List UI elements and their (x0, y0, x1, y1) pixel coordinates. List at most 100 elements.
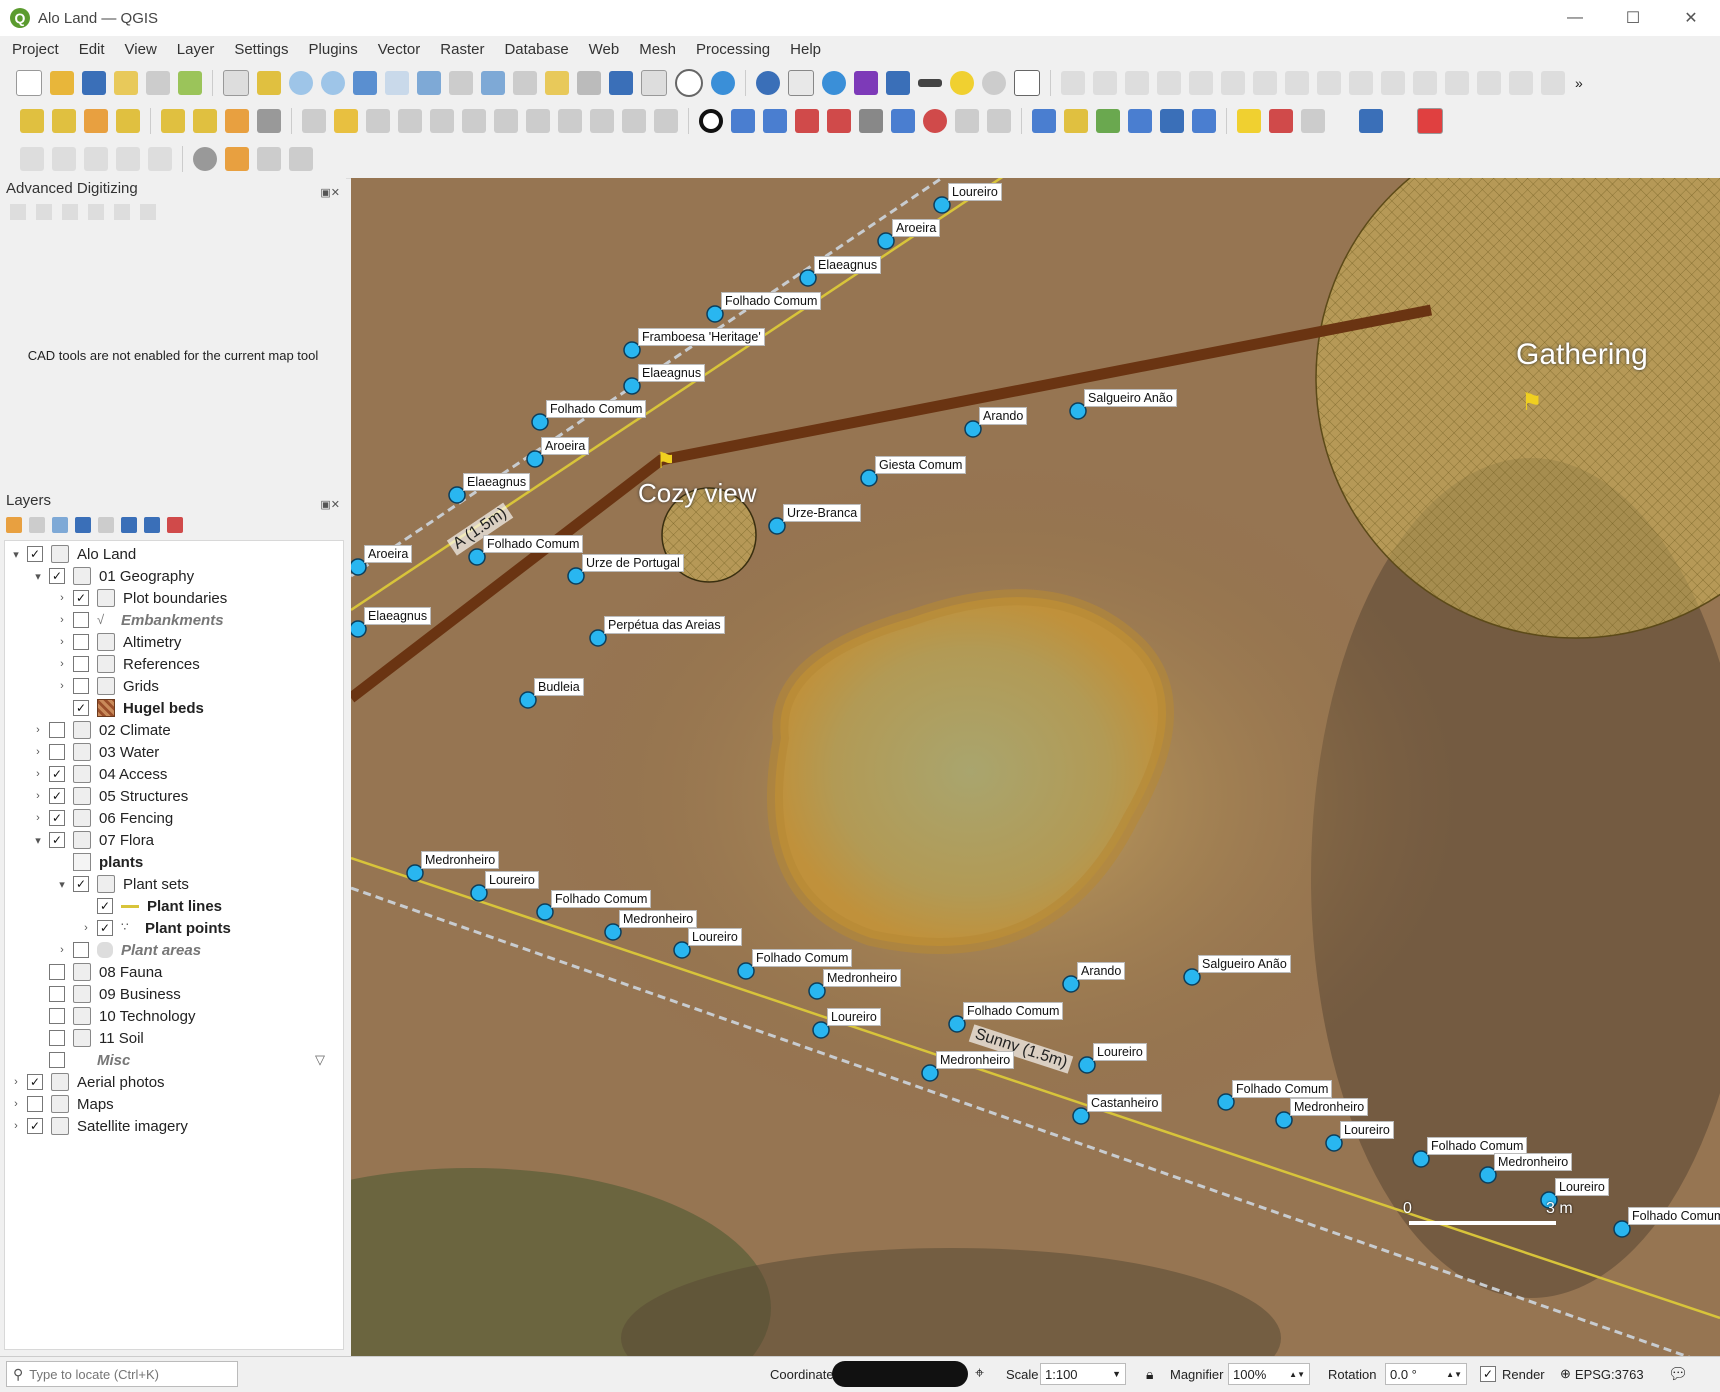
digitize-tool-1-icon[interactable] (1061, 71, 1085, 95)
menu-project[interactable]: Project (0, 41, 67, 58)
messages-icon[interactable]: 💬︎ (1668, 1363, 1688, 1385)
undo-icon[interactable] (622, 109, 646, 133)
add-group-icon[interactable] (29, 517, 45, 533)
add-mesh-icon[interactable] (1160, 109, 1184, 133)
magnet-snap-icon[interactable] (1417, 108, 1443, 134)
open-project-icon[interactable] (50, 71, 74, 95)
layer-group-technology[interactable]: 10 Technology (31, 1005, 195, 1027)
vertex-tool-icon[interactable] (430, 109, 454, 133)
digitize-tool-7-icon[interactable] (1253, 71, 1277, 95)
zoom-selection-icon[interactable] (385, 71, 409, 95)
close-button[interactable]: ✕ (1662, 0, 1720, 36)
menu-help[interactable]: Help (778, 41, 829, 58)
map-canvas[interactable]: Gathering ⚑ Cozy view ⚑ A (1.5m) Sunny (… (351, 178, 1720, 1356)
digitize-tool-11-icon[interactable] (1381, 71, 1405, 95)
layer-group-water[interactable]: › 03 Water (31, 741, 159, 763)
zoom-next-icon[interactable] (513, 71, 537, 95)
select-features-icon[interactable] (20, 109, 44, 133)
layer-group-fauna[interactable]: 08 Fauna (31, 961, 162, 983)
minimize-button[interactable]: — (1546, 0, 1604, 36)
layer-references[interactable]: › References (55, 653, 200, 675)
snapping-icon[interactable] (923, 109, 947, 133)
digitize-tool-13-icon[interactable] (1445, 71, 1469, 95)
topology-icon[interactable] (955, 109, 979, 133)
layer-grids[interactable]: › Grids (55, 675, 159, 697)
diagram-icon[interactable] (1269, 109, 1293, 133)
add-layer-icon[interactable] (1032, 109, 1056, 133)
layer-group-fencing[interactable]: › ✓ 06 Fencing (31, 807, 173, 829)
add-feature-icon[interactable] (398, 109, 422, 133)
label-abc-icon[interactable] (1237, 109, 1261, 133)
digitize-tool-12-icon[interactable] (1413, 71, 1437, 95)
magnifier-spinbox[interactable]: 100% ▲▼ (1228, 1363, 1310, 1385)
zoom-layer-icon[interactable] (417, 71, 441, 95)
numbering-123-icon[interactable] (891, 109, 915, 133)
layer-plant-points[interactable]: › ✓ ∵ Plant points (79, 917, 231, 939)
redo-icon[interactable] (654, 109, 678, 133)
new-3d-view-icon[interactable] (577, 71, 601, 95)
menu-raster[interactable]: Raster (428, 41, 492, 58)
ruler-icon[interactable] (859, 109, 883, 133)
edit-pencil-icon[interactable] (302, 109, 326, 133)
shape-tool-1-icon[interactable] (20, 147, 44, 171)
layer-group-alo-land[interactable]: ▾ ✓ Alo Land (9, 543, 136, 565)
mouse-coordinate-toggle-icon[interactable]: ⌖ (975, 1363, 984, 1385)
layer-group-plant-sets[interactable]: ▾ ✓ Plant sets (55, 873, 189, 895)
zoom-full-icon[interactable] (353, 71, 377, 95)
new-project-icon[interactable] (16, 70, 42, 96)
python-console-icon[interactable] (1359, 109, 1383, 133)
layer-group-structures[interactable]: › ✓ 05 Structures (31, 785, 188, 807)
rotation-spinbox[interactable]: 0.0 ° ▲▼ (1385, 1363, 1467, 1385)
identify-icon[interactable] (756, 71, 780, 95)
digitize-tool-6-icon[interactable] (1221, 71, 1245, 95)
layer-group-soil[interactable]: 11 Soil (31, 1027, 144, 1049)
layer-plant-areas[interactable]: › Plant areas (55, 939, 201, 961)
locator-input[interactable] (27, 1365, 222, 1383)
layer-plants-table[interactable]: plants (55, 851, 143, 873)
collapse-all-icon[interactable] (144, 517, 160, 533)
select-all-icon[interactable] (225, 109, 249, 133)
paste-icon[interactable] (590, 109, 614, 133)
menu-vector[interactable]: Vector (366, 41, 429, 58)
attribute-table-icon[interactable] (788, 70, 814, 96)
digitize-tool-14-icon[interactable] (1477, 71, 1501, 95)
toggle-editing-icon[interactable] (334, 109, 358, 133)
digitize-tool-8-icon[interactable] (1285, 71, 1309, 95)
save-project-icon[interactable] (82, 71, 106, 95)
layer-group-climate[interactable]: › 02 Climate (31, 719, 171, 741)
bookmark-new-icon[interactable] (609, 71, 633, 95)
menu-mesh[interactable]: Mesh (627, 41, 684, 58)
reshape-tool-icon[interactable] (827, 109, 851, 133)
style-layer-icon[interactable] (6, 517, 22, 533)
add-vector-icon[interactable] (1064, 109, 1088, 133)
processing-history-icon[interactable] (257, 147, 281, 171)
cad-enable-icon[interactable] (10, 204, 26, 220)
print-layout-icon[interactable] (146, 71, 170, 95)
split-tool-icon[interactable] (795, 109, 819, 133)
layer-misc[interactable]: Misc (31, 1049, 130, 1071)
select-location-icon[interactable] (116, 109, 140, 133)
menu-database[interactable]: Database (492, 41, 576, 58)
shape-tool-3-icon[interactable] (84, 147, 108, 171)
text-annotation-icon[interactable] (1014, 70, 1040, 96)
layer-group-business[interactable]: 09 Business (31, 983, 181, 1005)
save-as-icon[interactable] (114, 71, 138, 95)
panel-close-icon[interactable]: ▣✕ (320, 182, 340, 204)
layer-altimetry[interactable]: › Altimetry (55, 631, 181, 653)
open-table-icon[interactable] (886, 71, 910, 95)
menu-edit[interactable]: Edit (67, 41, 113, 58)
layers-panel-close-icon[interactable]: ▣✕ (320, 494, 340, 516)
trace-icon[interactable] (987, 109, 1011, 133)
cad-construction-icon[interactable] (36, 204, 52, 220)
select-by-value-icon[interactable] (52, 109, 76, 133)
scale-combo[interactable]: 1:100 ▼ (1040, 1363, 1126, 1385)
processing-results-icon[interactable] (289, 147, 313, 171)
save-edits-icon[interactable] (366, 109, 390, 133)
cad-float-icon[interactable] (140, 204, 156, 220)
layer-group-access[interactable]: › ✓ 04 Access (31, 763, 167, 785)
layer-group-geography[interactable]: ▾ ✓ 01 Geography (31, 565, 194, 587)
selection-radius-icon[interactable] (982, 71, 1006, 95)
menu-processing[interactable]: Processing (684, 41, 778, 58)
add-raster-icon[interactable] (1128, 109, 1152, 133)
digitize-circle-icon[interactable] (699, 109, 723, 133)
